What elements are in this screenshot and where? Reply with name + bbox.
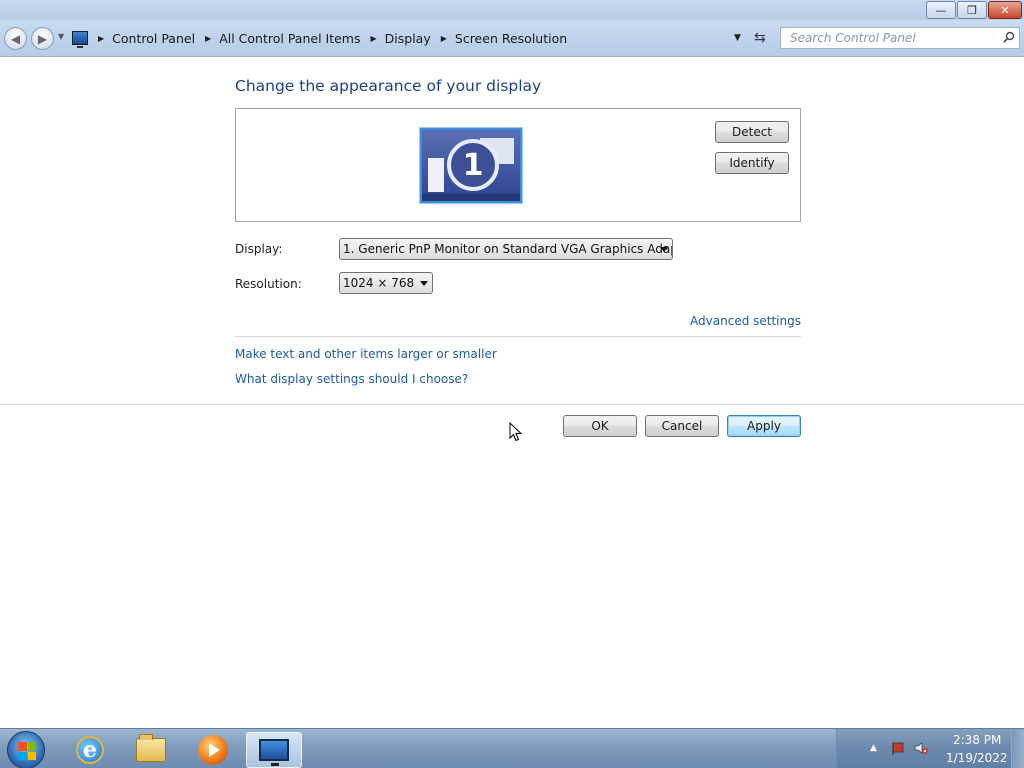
- back-button[interactable]: ◀: [4, 27, 27, 50]
- resolution-select-value: 1024 × 768: [343, 276, 415, 290]
- title-bar: — ❐ ✕: [0, 0, 1024, 20]
- detect-button[interactable]: Detect: [715, 121, 789, 143]
- breadcrumb-control-panel[interactable]: Control Panel: [112, 31, 195, 46]
- cancel-button[interactable]: Cancel: [645, 415, 719, 437]
- chevron-right-icon[interactable]: ▶: [205, 34, 211, 43]
- apply-button[interactable]: Apply: [727, 415, 801, 437]
- page-title: Change the appearance of your display: [235, 77, 542, 95]
- display-help-link[interactable]: What display settings should I choose?: [235, 372, 468, 386]
- identify-button[interactable]: Identify: [715, 152, 789, 174]
- breadcrumb[interactable]: ▶ Control Panel ▶ All Control Panel Item…: [72, 26, 750, 50]
- folder-icon: [136, 734, 166, 762]
- search-icon[interactable]: [1003, 31, 1015, 43]
- search-placeholder: Search Control Panel: [790, 31, 916, 45]
- display-select[interactable]: 1. Generic PnP Monitor on Standard VGA G…: [339, 238, 673, 260]
- show-desktop-button[interactable]: [1011, 729, 1024, 768]
- display-select-value: 1. Generic PnP Monitor on Standard VGA G…: [343, 242, 673, 256]
- screen-resolution-taskbar-button[interactable]: [246, 732, 302, 768]
- show-hidden-icons-icon[interactable]: ▲: [870, 743, 877, 753]
- control-panel-icon: [72, 31, 88, 48]
- chevron-right-icon[interactable]: ▶: [98, 34, 104, 43]
- breadcrumb-display[interactable]: Display: [385, 31, 431, 46]
- search-input[interactable]: Search Control Panel: [780, 27, 1020, 49]
- monitor-window-shape: [428, 158, 444, 192]
- breadcrumb-all-items[interactable]: All Control Panel Items: [219, 31, 360, 46]
- monitor-number: 1: [447, 139, 499, 191]
- back-arrow-icon: ◀: [10, 31, 21, 46]
- start-button[interactable]: [7, 731, 45, 768]
- close-button[interactable]: ✕: [988, 1, 1022, 19]
- ok-button[interactable]: OK: [563, 415, 637, 437]
- advanced-settings-link[interactable]: Advanced settings: [690, 314, 801, 328]
- resolution-select[interactable]: 1024 × 768: [339, 272, 433, 294]
- restore-button[interactable]: ❐: [957, 1, 987, 19]
- resolution-label: Resolution:: [235, 277, 302, 291]
- media-player-icon: [198, 735, 228, 765]
- recent-pages-dropdown-icon[interactable]: ▼: [58, 32, 64, 41]
- windows-explorer-button[interactable]: [123, 732, 179, 768]
- breadcrumb-screen-resolution[interactable]: Screen Resolution: [455, 31, 567, 46]
- internet-explorer-button[interactable]: e: [62, 732, 118, 768]
- clock-date[interactable]: 1/19/2022: [946, 751, 1008, 765]
- divider: [235, 336, 801, 337]
- media-player-button[interactable]: [185, 732, 241, 768]
- internet-explorer-icon: e: [76, 736, 104, 764]
- chevron-down-icon: [660, 247, 668, 252]
- display-monitor-icon: [259, 739, 289, 766]
- chevron-right-icon[interactable]: ▶: [371, 34, 377, 43]
- mouse-cursor-icon: [509, 422, 523, 442]
- monitor-taskbar-shape: [422, 194, 520, 201]
- forward-arrow-icon: ▶: [37, 31, 48, 46]
- clock-time[interactable]: 2:38 PM: [953, 733, 1001, 747]
- minimize-button[interactable]: —: [926, 1, 956, 19]
- volume-muted-icon[interactable]: [914, 741, 928, 755]
- windows-logo-icon: [18, 742, 36, 760]
- monitor-preview-panel: 1 Detect Identify: [235, 108, 801, 222]
- text-size-link[interactable]: Make text and other items larger or smal…: [235, 347, 497, 361]
- action-center-flag-icon[interactable]: [891, 741, 905, 755]
- address-dropdown-icon[interactable]: ▼: [734, 33, 741, 43]
- window-controls: — ❐ ✕: [926, 1, 1022, 19]
- monitor-1-icon[interactable]: 1: [420, 128, 522, 203]
- chevron-down-icon: [420, 281, 428, 286]
- chevron-right-icon[interactable]: ▶: [441, 34, 447, 43]
- refresh-icon[interactable]: ⇆: [754, 30, 766, 46]
- display-label: Display:: [235, 242, 283, 256]
- divider: [0, 404, 1024, 405]
- forward-button[interactable]: ▶: [31, 27, 54, 50]
